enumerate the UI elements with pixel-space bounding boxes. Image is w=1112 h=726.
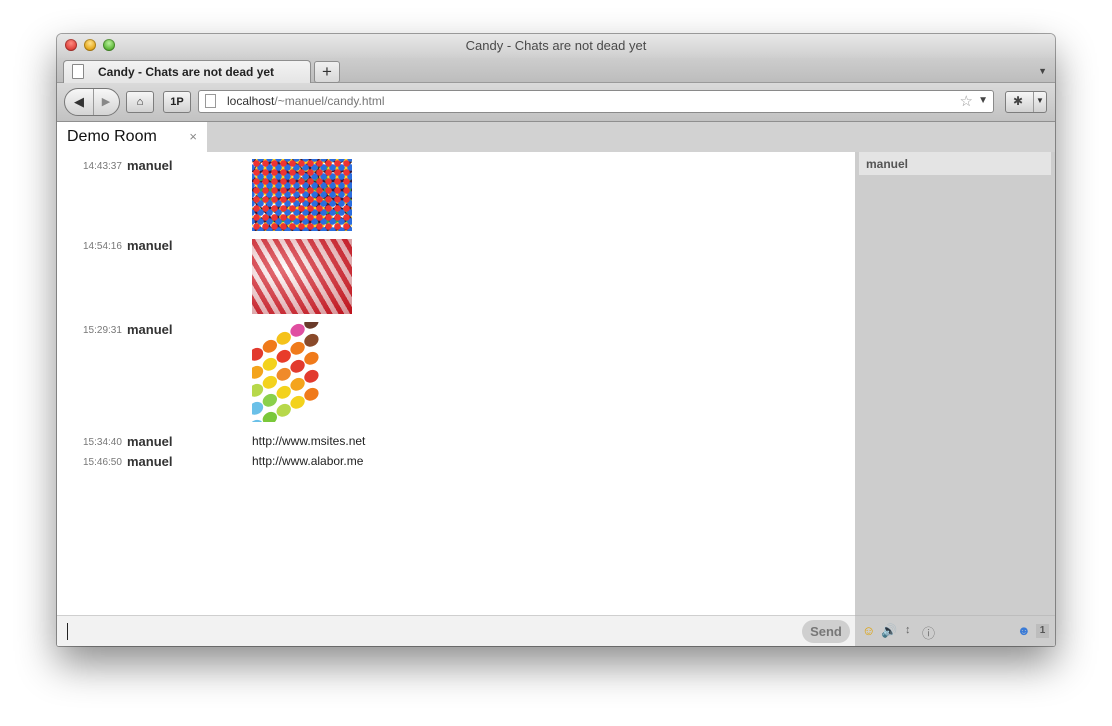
- colorful-candies-image[interactable]: [252, 322, 319, 422]
- url-path: /~manuel/candy.html: [274, 94, 385, 108]
- roster-user[interactable]: manuel: [859, 152, 1051, 175]
- autoscroll-icon[interactable]: ↕: [905, 624, 911, 636]
- roster-user-name: manuel: [866, 157, 909, 171]
- forward-arrow-icon[interactable]: ▶: [94, 89, 118, 115]
- message-time: 15:34:40: [83, 437, 122, 448]
- divider: [1033, 92, 1034, 112]
- address-bar[interactable]: localhost/~manuel/candy.html ☆ ▼: [198, 90, 994, 113]
- url-host: localhost: [227, 94, 275, 108]
- sprinkles-image[interactable]: [252, 159, 352, 231]
- message-time: 15:29:31: [83, 325, 122, 336]
- message-link[interactable]: http://www.msites.net: [252, 434, 365, 448]
- chevron-down-icon[interactable]: ▼: [978, 95, 988, 106]
- message-time: 15:46:50: [83, 457, 122, 468]
- roster-pane: manuel: [855, 152, 1055, 615]
- message-form: Send: [57, 615, 855, 646]
- status-icon[interactable]: ⓘ: [922, 623, 935, 642]
- browser-tab-strip: Candy - Chats are not dead yet + ▼: [57, 58, 1055, 84]
- window-title: Candy - Chats are not dead yet: [465, 38, 647, 53]
- candy-chat-page: Demo Room × 14:43:37 manuel 14:54:16 man…: [57, 122, 1055, 646]
- message-user[interactable]: manuel: [127, 238, 173, 253]
- title-bar: Candy - Chats are not dead yet: [57, 34, 1055, 58]
- message-pane: 14:43:37 manuel 14:54:16 manuel 15:29:31…: [57, 152, 855, 615]
- chevron-down-icon[interactable]: ▼: [1036, 96, 1044, 105]
- extension-button[interactable]: ✱ ▼: [1005, 91, 1047, 113]
- chat-toolbar: ☺ 🔊 ↕ ⓘ ☻ 1: [855, 615, 1055, 646]
- nav-buttons: ◀ ▶: [64, 88, 120, 116]
- room-name: Demo Room: [67, 128, 157, 145]
- message-input[interactable]: [67, 623, 68, 640]
- message-time: 14:54:16: [83, 241, 122, 252]
- star-icon[interactable]: ☆: [960, 92, 973, 110]
- candy-canes-image[interactable]: [252, 239, 352, 314]
- tab-menu-icon[interactable]: ▼: [1038, 66, 1047, 76]
- page-icon: [72, 64, 84, 79]
- page-icon: [205, 94, 216, 108]
- browser-window: Candy - Chats are not dead yet Candy - C…: [57, 34, 1055, 646]
- message-user[interactable]: manuel: [127, 454, 173, 469]
- room-tabs: Demo Room ×: [57, 122, 1055, 152]
- message-time: 14:43:37: [83, 161, 122, 172]
- user-count-badge: 1: [1036, 624, 1049, 638]
- message: 15:29:31 manuel: [57, 322, 855, 422]
- message-user[interactable]: manuel: [127, 434, 173, 449]
- browser-toolbar: ◀ ▶ ⌂ 1P localhost/~manuel/candy.html ☆ …: [57, 83, 1055, 122]
- browser-tab-label: Candy - Chats are not dead yet: [98, 65, 275, 79]
- close-icon[interactable]: ×: [189, 129, 197, 144]
- room-tab-demo[interactable]: Demo Room ×: [57, 122, 207, 152]
- extension-icon: ✱: [1013, 94, 1024, 108]
- message: 14:54:16 manuel: [57, 238, 855, 314]
- new-tab-button[interactable]: +: [314, 61, 340, 83]
- onepassword-button[interactable]: 1P: [163, 91, 191, 113]
- message-user[interactable]: manuel: [127, 158, 173, 173]
- browser-tab[interactable]: Candy - Chats are not dead yet: [63, 60, 311, 84]
- sound-icon[interactable]: 🔊: [881, 623, 897, 639]
- message-link[interactable]: http://www.alabor.me: [252, 454, 363, 468]
- home-icon[interactable]: ⌂: [126, 91, 154, 113]
- message-user[interactable]: manuel: [127, 322, 173, 337]
- users-icon[interactable]: ☻: [1017, 623, 1031, 638]
- emoticon-icon[interactable]: ☺: [862, 623, 875, 638]
- back-arrow-icon[interactable]: ◀: [65, 89, 94, 115]
- send-button[interactable]: Send: [802, 620, 850, 643]
- url-text[interactable]: localhost/~manuel/candy.html: [227, 94, 385, 108]
